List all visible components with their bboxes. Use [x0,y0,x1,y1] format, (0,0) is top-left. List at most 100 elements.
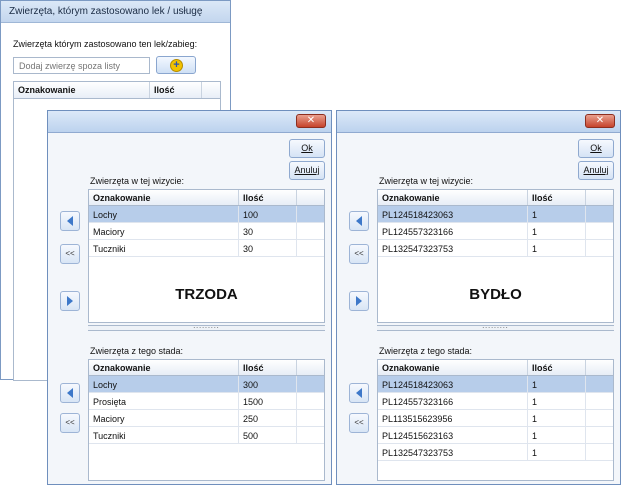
column-header-ilosc[interactable]: Ilość [239,190,297,205]
table-row[interactable]: PL124557323166 1 [378,223,613,240]
cell-oznakowanie: PL124557323166 [378,223,528,239]
cancel-button[interactable]: Anuluj [578,161,614,180]
species-label: TRZODA [175,286,238,303]
species-label: BYDŁO [469,286,522,303]
close-button[interactable]: ✕ [296,114,326,128]
cell-ilosc: 1 [528,427,586,443]
cell-ilosc: 500 [239,427,297,443]
column-header-ilosc[interactable]: Ilość [239,360,297,375]
cell-oznakowanie: PL124518423063 [378,376,528,392]
table-header: Oznakowanie Ilość [89,190,324,206]
cell-oznakowanie: Maciory [89,410,239,426]
move-left-button[interactable] [60,383,80,403]
close-icon: ✕ [595,115,605,126]
move-all-left-button[interactable]: << [349,413,369,433]
herd-animals-label: Zwierzęta z tego stada: [90,346,184,356]
cell-ilosc: 1 [528,206,586,222]
cell-oznakowanie: Lochy [89,376,239,392]
column-header-oznakowanie[interactable]: Oznakowanie [14,82,150,98]
table-row[interactable]: PL132547323753 1 [378,240,613,257]
arrow-left-icon [67,388,73,398]
cell-ilosc: 30 [239,240,297,256]
table-header: Oznakowanie Ilość [378,360,613,376]
close-icon: ✕ [306,115,316,126]
move-all-left-button[interactable]: << [60,413,80,433]
arrow-left-icon [356,216,362,226]
move-all-left-button[interactable]: << [60,244,80,264]
cell-ilosc: 1 [528,393,586,409]
ok-button[interactable]: Ok [578,139,614,158]
cell-oznakowanie: PL132547323753 [378,240,528,256]
splitter-handle[interactable]: ......... [377,323,614,331]
plus-icon: + [170,59,183,72]
move-left-button[interactable] [349,383,369,403]
arrow-left-icon [67,216,73,226]
move-all-left-button[interactable]: << [349,244,369,264]
add-animal-input[interactable] [13,57,150,74]
visit-animals-label: Zwierzęta w tej wizycie: [90,176,185,186]
selection-dialog-cattle: ✕ Ok Anuluj Zwierzęta w tej wizycie: Ozn… [336,110,621,485]
cell-oznakowanie: Prosięta [89,393,239,409]
window-title: Zwierzęta, którym zastosowano lek / usłu… [1,1,230,23]
table-row[interactable]: Tuczniki 500 [89,427,324,444]
herd-animals-table[interactable]: Oznakowanie Ilość Lochy 300 Prosięta 1500 Ma… [88,359,325,481]
cell-oznakowanie: PL132547323753 [378,444,528,460]
cell-ilosc: 1 [528,410,586,426]
arrow-right-icon [67,296,73,306]
cell-oznakowanie: PL124518423063 [378,206,528,222]
move-right-button[interactable] [349,291,369,311]
table-row[interactable]: Maciory 250 [89,410,324,427]
cell-ilosc: 300 [239,376,297,392]
table-row[interactable]: Lochy 100 [89,206,324,223]
table-row[interactable]: PL113515623956 1 [378,410,613,427]
cell-ilosc: 100 [239,206,297,222]
close-button[interactable]: ✕ [585,114,615,128]
arrow-right-icon [356,296,362,306]
dialog-titlebar: ✕ [337,111,620,133]
treated-animals-label: Zwierzęta którym zastosowano ten lek/zab… [13,39,198,49]
column-header-ilosc[interactable]: Ilość [150,82,202,98]
cell-oznakowanie: Maciory [89,223,239,239]
table-row[interactable]: PL132547323753 1 [378,444,613,461]
table-row[interactable]: PL124518423063 1 [378,376,613,393]
cell-oznakowanie: Lochy [89,206,239,222]
cell-ilosc: 1500 [239,393,297,409]
column-header-ilosc[interactable]: Ilość [528,190,586,205]
grid-header: Oznakowanie Ilość [14,82,220,99]
cell-oznakowanie: PL124515623163 [378,427,528,443]
cell-oznakowanie: Tuczniki [89,427,239,443]
column-header-oznakowanie[interactable]: Oznakowanie [378,190,528,205]
column-header-oznakowanie[interactable]: Oznakowanie [89,360,239,375]
move-right-button[interactable] [60,291,80,311]
move-left-button[interactable] [349,211,369,231]
add-animal-button[interactable]: + [156,56,196,74]
table-row[interactable]: Tuczniki 30 [89,240,324,257]
table-row[interactable]: PL124518423063 1 [378,206,613,223]
table-row[interactable]: Lochy 300 [89,376,324,393]
table-row[interactable]: Prosięta 1500 [89,393,324,410]
column-header-ilosc[interactable]: Ilość [528,360,586,375]
table-header: Oznakowanie Ilość [378,190,613,206]
splitter-handle[interactable]: ......... [88,323,325,331]
cell-oznakowanie: PL124557323166 [378,393,528,409]
table-row[interactable]: PL124557323166 1 [378,393,613,410]
cell-ilosc: 250 [239,410,297,426]
cancel-button[interactable]: Anuluj [289,161,325,180]
dialog-titlebar: ✕ [48,111,331,133]
table-row[interactable]: Maciory 30 [89,223,324,240]
selection-dialog-pigs: ✕ Ok Anuluj Zwierzęta w tej wizycie: Ozn… [47,110,332,485]
cell-oznakowanie: PL113515623956 [378,410,528,426]
cell-ilosc: 30 [239,223,297,239]
herd-animals-table[interactable]: Oznakowanie Ilość PL124518423063 1 PL12455… [377,359,614,481]
column-header-oznakowanie[interactable]: Oznakowanie [378,360,528,375]
column-header-oznakowanie[interactable]: Oznakowanie [89,190,239,205]
visit-animals-label: Zwierzęta w tej wizycie: [379,176,474,186]
move-left-button[interactable] [60,211,80,231]
ok-button[interactable]: Ok [289,139,325,158]
cell-ilosc: 1 [528,223,586,239]
cell-ilosc: 1 [528,240,586,256]
herd-animals-label: Zwierzęta z tego stada: [379,346,473,356]
cell-ilosc: 1 [528,444,586,460]
table-header: Oznakowanie Ilość [89,360,324,376]
table-row[interactable]: PL124515623163 1 [378,427,613,444]
